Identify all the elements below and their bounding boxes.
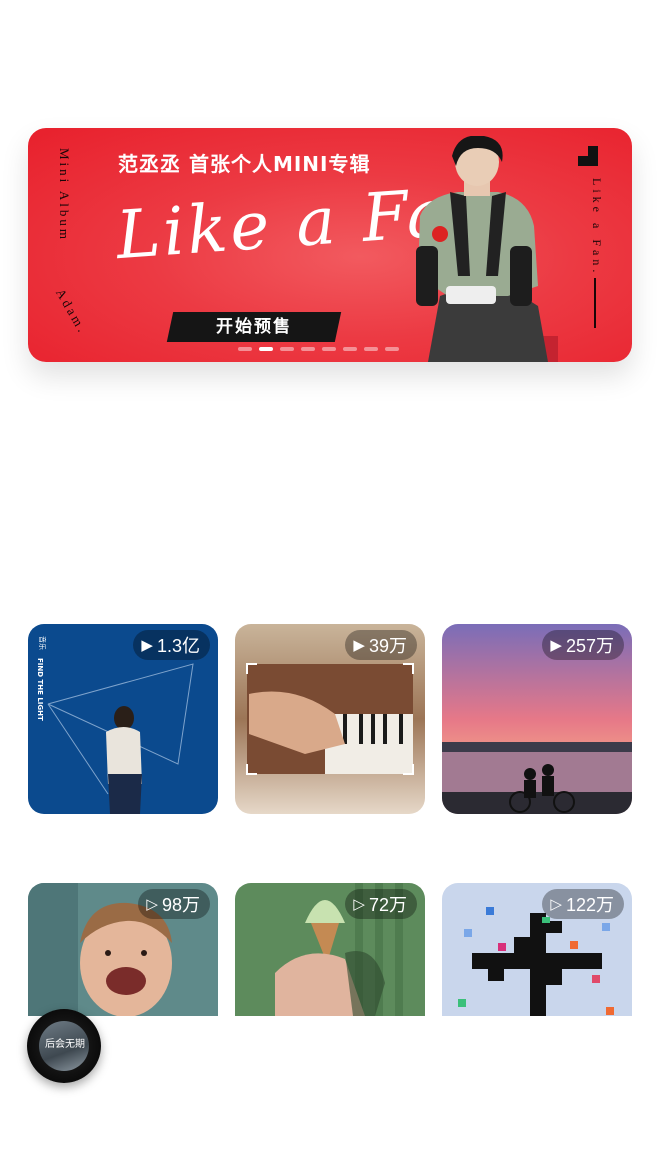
playlist-card-4[interactable]: ▷ 98万 bbox=[28, 883, 218, 1016]
carousel-dot[interactable] bbox=[259, 347, 273, 351]
play-count: 72万 bbox=[368, 895, 407, 915]
carousel-dot[interactable] bbox=[343, 347, 357, 351]
banner-vertical-text-left: Mini Album bbox=[57, 148, 72, 242]
carousel-dot[interactable] bbox=[238, 347, 252, 351]
play-icon: ▷ bbox=[353, 896, 365, 913]
playlist-card-1[interactable]: 音乐 FIND THE LIGHT ▶ 1.3亿 bbox=[28, 624, 218, 814]
play-count: 98万 bbox=[161, 895, 200, 915]
banner-vertical-text-right: Like a Fan. bbox=[590, 178, 604, 277]
play-count-badge: ▷ 98万 bbox=[138, 889, 210, 919]
playlist-card-6[interactable]: ▷ 122万 bbox=[442, 883, 632, 1016]
playlist-card-2[interactable]: ▶ 39万 bbox=[235, 624, 425, 814]
play-count-badge: ▶ 257万 bbox=[542, 630, 624, 660]
carousel-dot[interactable] bbox=[364, 347, 378, 351]
carousel-dot[interactable] bbox=[322, 347, 336, 351]
banner-divider bbox=[594, 278, 596, 328]
disc-cover-text: 后会无期 bbox=[45, 1039, 85, 1050]
artist-photo bbox=[416, 136, 558, 362]
presale-button-label: 开始预售 bbox=[216, 317, 292, 337]
disc-cover: 后会无期 bbox=[39, 1021, 89, 1071]
now-playing-disc[interactable]: 后会无期 bbox=[27, 1009, 101, 1083]
presale-button[interactable]: 开始预售 bbox=[166, 312, 342, 342]
play-count: 122万 bbox=[565, 895, 614, 915]
play-icon: ▷ bbox=[146, 896, 158, 913]
play-count-badge: ▶ 1.3亿 bbox=[133, 630, 210, 660]
play-icon: ▶ bbox=[550, 637, 562, 654]
carousel-dot[interactable] bbox=[301, 347, 315, 351]
logo-pixel-mark bbox=[588, 156, 598, 166]
playlist-card-3[interactable]: ▶ 257万 bbox=[442, 624, 632, 814]
logo-pixel-mark bbox=[588, 146, 598, 156]
play-count-badge: ▷ 72万 bbox=[345, 889, 417, 919]
carousel-indicator bbox=[238, 347, 399, 351]
carousel-dot[interactable] bbox=[280, 347, 294, 351]
play-count: 257万 bbox=[565, 636, 614, 656]
banner-headline: 范丞丞 首张个人MINI专辑 bbox=[118, 152, 371, 176]
play-count: 1.3亿 bbox=[156, 636, 200, 656]
play-icon: ▶ bbox=[141, 637, 153, 654]
cover-side-text: 音乐 bbox=[38, 636, 47, 650]
play-count: 39万 bbox=[368, 636, 407, 656]
logo-pixel-mark bbox=[578, 156, 588, 166]
playlist-card-5[interactable]: ▷ 72万 bbox=[235, 883, 425, 1016]
play-count-badge: ▶ 39万 bbox=[345, 630, 417, 660]
banner-signature: Adam. bbox=[53, 286, 92, 337]
carousel-dot[interactable] bbox=[385, 347, 399, 351]
play-icon: ▶ bbox=[353, 637, 365, 654]
promo-banner[interactable]: Mini Album Adam. 范丞丞 首张个人MINI专辑 Like a F… bbox=[28, 128, 632, 362]
play-count-badge: ▷ 122万 bbox=[542, 889, 624, 919]
play-icon: ▷ bbox=[550, 896, 562, 913]
cover-title-text: FIND THE LIGHT bbox=[36, 658, 44, 721]
